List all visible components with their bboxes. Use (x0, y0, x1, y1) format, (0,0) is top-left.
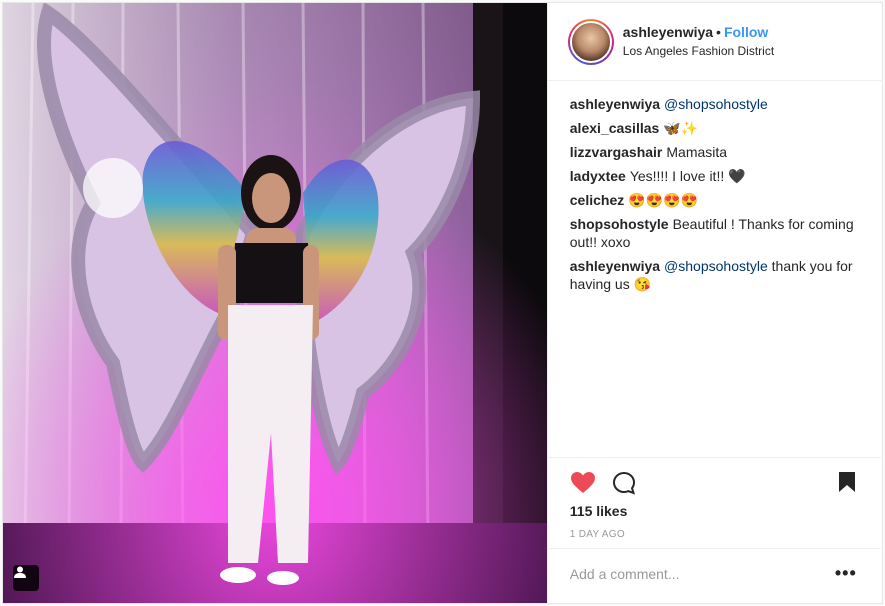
follow-button[interactable]: Follow (724, 24, 768, 40)
comment-item: alexi_casillas 🦋✨ (570, 119, 870, 137)
comments-list: ashleyenwiya @shopsohostyle alexi_casilla… (570, 95, 870, 299)
post-card: ashleyenwiya • Follow Los Angeles Fashion … (2, 2, 883, 604)
comment-text: Mamasita (666, 144, 728, 160)
comment-item: ladyxtee Yes!!!! I love it!! 🖤 (570, 167, 870, 185)
comment-item: ashleyenwiya @shopsohostyle (570, 95, 870, 113)
photo-illustration (3, 3, 547, 603)
post-photo[interactable] (3, 3, 547, 603)
comment-item: celichez 😍😍😍😍 (570, 191, 870, 209)
comment-username[interactable]: ashleyenwiya (570, 258, 660, 274)
comment-text: 🦋✨ (663, 120, 699, 136)
comment-username[interactable]: celichez (570, 192, 624, 208)
post-sidebar: ashleyenwiya • Follow Los Angeles Fashion … (546, 3, 883, 603)
comment-text: 😍😍😍😍 (628, 192, 698, 208)
comment-username[interactable]: alexi_casillas (570, 120, 660, 136)
avatar[interactable] (567, 18, 614, 65)
location-link[interactable]: Los Angeles Fashion District (623, 42, 774, 60)
post-timestamp[interactable]: 1 DAY AGO (570, 529, 625, 540)
comment-username[interactable]: ashleyenwiya (570, 96, 660, 112)
comment-item: shopsohostyle Beautiful ! Thanks for comi… (570, 215, 870, 251)
header-separator: • (716, 24, 721, 40)
action-bar (547, 457, 883, 509)
comment-text: Yes!!!! I love it!! 🖤 (629, 168, 746, 184)
post-header: ashleyenwiya • Follow Los Angeles Fashion … (547, 3, 883, 81)
more-options-button[interactable]: ••• (835, 564, 857, 582)
header-text: ashleyenwiya • Follow Los Angeles Fashion … (623, 23, 774, 60)
heart-icon[interactable] (570, 471, 596, 500)
comment-item: lizzvargashair Mamasita (570, 143, 870, 161)
comment-username[interactable]: lizzvargashair (570, 144, 663, 160)
comment-input[interactable] (569, 566, 820, 582)
comment-item: ashleyenwiya @shopsohostyle thank you for… (570, 257, 870, 293)
comment-bubble-icon[interactable] (612, 471, 636, 500)
comment-username[interactable]: ladyxtee (570, 168, 626, 184)
comment-mention[interactable]: @shopsohostyle (664, 96, 768, 112)
likes-count[interactable]: 115 likes (570, 503, 628, 519)
user-tag-icon[interactable] (13, 565, 39, 591)
comment-mention[interactable]: @shopsohostyle (664, 258, 768, 274)
add-comment-bar: ••• (547, 548, 883, 603)
bookmark-icon[interactable] (838, 471, 856, 498)
header-username[interactable]: ashleyenwiya (623, 24, 713, 40)
comment-username[interactable]: shopsohostyle (570, 216, 669, 232)
